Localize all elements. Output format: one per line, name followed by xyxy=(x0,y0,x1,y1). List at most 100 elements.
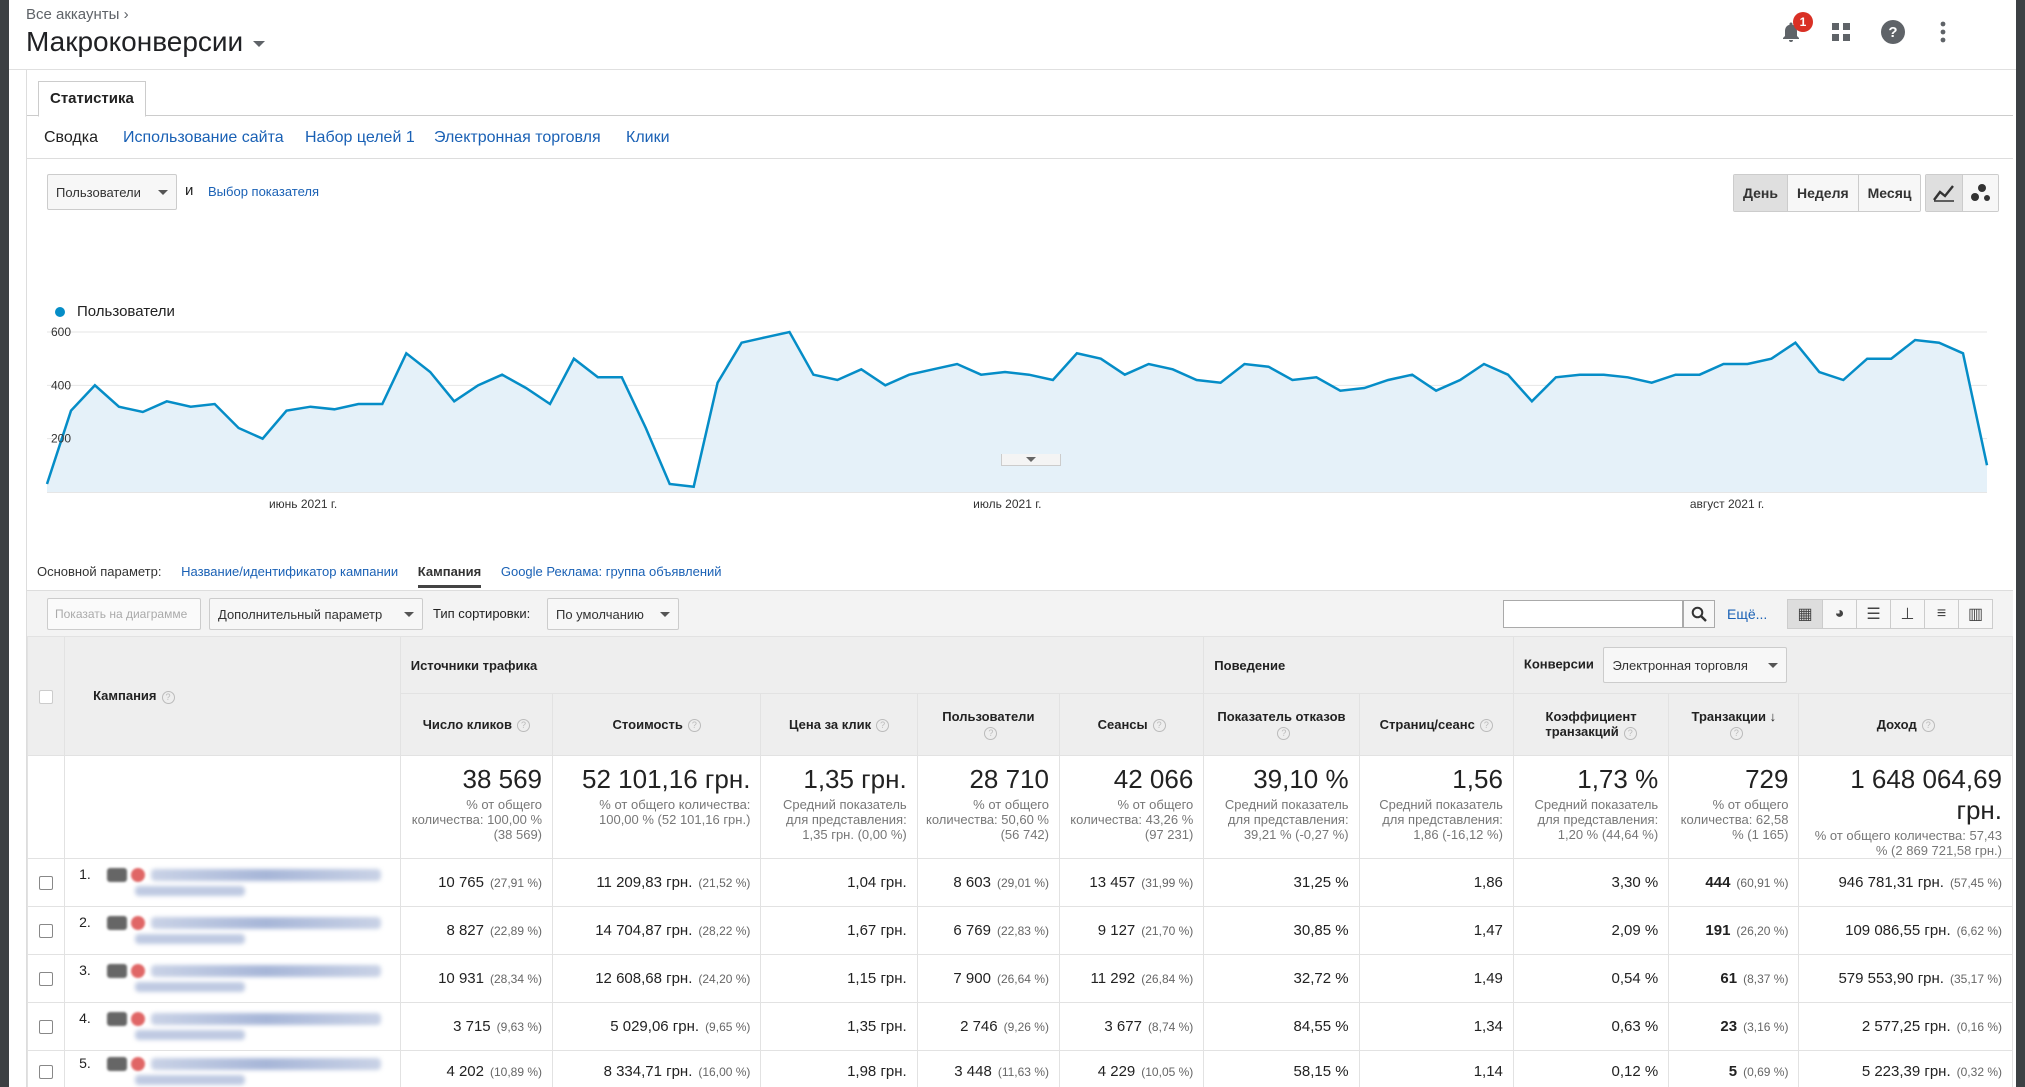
select-all-checkbox[interactable] xyxy=(39,689,54,704)
col-conversion-rate[interactable]: Коэффициент транзакций? xyxy=(1512,693,1670,756)
more-link[interactable]: Ещё... xyxy=(1727,606,1767,622)
help-icon[interactable]: ? xyxy=(1479,719,1493,733)
campaign-cell[interactable]: 1. xyxy=(64,858,401,907)
subtab-ecommerce[interactable]: Электронная торговля xyxy=(434,129,601,147)
metric-value: 2 577,25 грн. xyxy=(1861,1018,1951,1035)
row-checkbox[interactable] xyxy=(39,1020,54,1035)
table-row[interactable]: 1. 10 765 (27,91 %) 11 209,83 грн. (21,52 %)… xyxy=(26,858,2013,907)
pivot-view-icon[interactable]: ▥ xyxy=(1958,600,1992,628)
performance-view-icon[interactable]: ☰ xyxy=(1856,600,1890,628)
campaign-name-redacted[interactable] xyxy=(151,916,382,929)
campaign-status-icon xyxy=(131,915,146,930)
apps-grid-icon[interactable] xyxy=(1825,16,1857,48)
table-search-input[interactable] xyxy=(1503,600,1683,628)
metric-cell: 14 704,87 грн. (28,22 %) xyxy=(552,906,762,955)
show-on-chart-button[interactable]: Показать на диаграмме xyxy=(47,598,201,630)
chart-collapse-handle[interactable] xyxy=(1001,454,1061,466)
table-row[interactable]: 2. 8 827 (22,89 %) 14 704,87 грн. (28,22 %) 1… xyxy=(26,906,2013,955)
help-icon[interactable]: ? xyxy=(1729,726,1743,740)
table-view-icon[interactable]: ▦ xyxy=(1788,600,1822,628)
col-bounce-rate[interactable]: Показатель отказов? xyxy=(1203,693,1360,756)
metric-percent: (9,65 %) xyxy=(705,1020,751,1034)
motion-chart-icon[interactable] xyxy=(1962,175,1998,211)
total-note: % от общего количества: 100,00 % (38 569… xyxy=(411,797,543,842)
row-checkbox[interactable] xyxy=(39,876,54,891)
conversion-type-select[interactable]: Электронная торговля xyxy=(1603,647,1788,683)
row-checkbox[interactable] xyxy=(39,972,54,987)
help-icon[interactable]: ? xyxy=(1277,726,1291,740)
col-pages-per-session[interactable]: Страниц/сеанс? xyxy=(1358,693,1514,756)
col-users-label: Пользователи xyxy=(942,709,1035,725)
metric-cell: 31,25 % xyxy=(1203,858,1360,907)
campaign-name-redacted[interactable] xyxy=(151,964,382,977)
more-vert-icon[interactable] xyxy=(1927,16,1959,48)
table-view-switcher: ▦ ◕ ☰ ⊥ ≡ ▥ xyxy=(1787,599,1993,629)
help-icon[interactable]: ? xyxy=(1152,719,1166,733)
help-icon[interactable]: ? xyxy=(161,690,175,704)
metric-percent: (26,64 %) xyxy=(996,972,1049,986)
metric-value: 10 931 xyxy=(438,970,484,987)
campaign-name-redacted[interactable] xyxy=(151,1057,382,1070)
metric-select[interactable]: Пользователи xyxy=(47,174,177,210)
col-revenue[interactable]: Доход? xyxy=(1798,693,2013,756)
pie-view-icon[interactable]: ◕ xyxy=(1822,600,1856,628)
period-month-button[interactable]: Месяц xyxy=(1857,175,1921,211)
search-icon[interactable] xyxy=(1683,600,1715,628)
metric-percent: (21,52 %) xyxy=(698,876,751,890)
row-number: 4. xyxy=(79,1009,91,1026)
col-transactions[interactable]: Транзакции ↓? xyxy=(1668,693,1800,756)
campaign-name-redacted[interactable] xyxy=(151,1012,382,1025)
table-row[interactable]: 3. 10 931 (28,34 %) 12 608,68 грн. (24,20 %)… xyxy=(26,954,2013,1003)
account-title[interactable]: Макроконверсии xyxy=(26,26,266,58)
metric-picker-link[interactable]: Выбор показателя xyxy=(208,184,319,199)
breadcrumb[interactable]: Все аккаунты › xyxy=(26,6,129,23)
period-day-button[interactable]: День xyxy=(1734,175,1787,211)
help-icon[interactable]: ? xyxy=(1623,726,1637,740)
campaign-cell[interactable]: 5. xyxy=(64,1050,401,1087)
help-icon[interactable]: ? xyxy=(876,719,890,733)
campaign-header-label: Кампания xyxy=(93,688,157,704)
row-checkbox[interactable] xyxy=(39,924,54,939)
campaign-cell[interactable]: 3. xyxy=(64,954,401,1003)
y-tick-label: 400 xyxy=(51,378,71,392)
subtab-goal-set[interactable]: Набор целей 1 xyxy=(305,129,415,147)
metric-cell: 2,09 % xyxy=(1512,906,1670,955)
col-clicks[interactable]: Число кликов? xyxy=(399,693,554,756)
subtab-clicks[interactable]: Клики xyxy=(626,129,670,147)
col-cpc[interactable]: Цена за клик? xyxy=(760,693,918,756)
bell-icon[interactable]: 1 xyxy=(1775,12,1813,48)
help-icon[interactable]: ? xyxy=(1921,719,1935,733)
page-title[interactable]: Макроконверсии xyxy=(26,26,243,57)
metric-percent: (11,63 %) xyxy=(997,1065,1049,1079)
breadcrumb-label[interactable]: Все аккаунты xyxy=(26,6,119,23)
help-icon[interactable]: ? xyxy=(984,726,998,740)
table-row[interactable]: 4. 3 715 (9,63 %) 5 029,06 грн. (9,65 %) 1,35… xyxy=(26,1002,2013,1051)
dim-ad-group[interactable]: Google Реклама: группа объявлений xyxy=(501,564,722,579)
metric-cell: 2 746 (9,26 %) xyxy=(916,1002,1060,1051)
metric-value: 3 448 xyxy=(954,1063,992,1080)
period-week-button[interactable]: Неделя xyxy=(1787,175,1858,211)
term-cloud-icon[interactable]: ≡ xyxy=(1924,600,1958,628)
help-icon[interactable]: ? xyxy=(687,719,701,733)
sort-type-select[interactable]: По умолчанию xyxy=(547,598,679,630)
table-row[interactable]: 5. 4 202 (10,89 %) 8 334,71 грн. (16,00 %) 1,… xyxy=(26,1050,2013,1087)
col-cost[interactable]: Стоимость? xyxy=(552,693,762,756)
help-icon[interactable]: ? xyxy=(1877,16,1909,48)
comparison-view-icon[interactable]: ⊥ xyxy=(1890,600,1924,628)
col-users[interactable]: Пользователи? xyxy=(916,693,1060,756)
help-icon[interactable]: ? xyxy=(516,719,530,733)
campaign-cell[interactable]: 4. xyxy=(64,1002,401,1051)
row-checkbox[interactable] xyxy=(39,1065,54,1080)
caret-down-icon[interactable] xyxy=(253,40,266,47)
dim-campaign-id[interactable]: Название/идентификатор кампании xyxy=(181,564,398,579)
tab-statistics[interactable]: Статистика xyxy=(38,81,146,117)
secondary-dimension-select[interactable]: Дополнительный параметр xyxy=(209,598,423,630)
subtab-summary[interactable]: Сводка xyxy=(44,129,98,147)
line-chart-icon[interactable] xyxy=(1926,175,1962,211)
campaign-name-redacted[interactable] xyxy=(151,868,382,881)
subtab-site-usage[interactable]: Использование сайта xyxy=(123,129,284,147)
campaign-header[interactable]: Кампания? xyxy=(64,636,401,756)
dim-campaign[interactable]: Кампания xyxy=(417,564,482,588)
col-sessions[interactable]: Сеансы? xyxy=(1058,693,1205,756)
campaign-cell[interactable]: 2. xyxy=(64,906,401,955)
